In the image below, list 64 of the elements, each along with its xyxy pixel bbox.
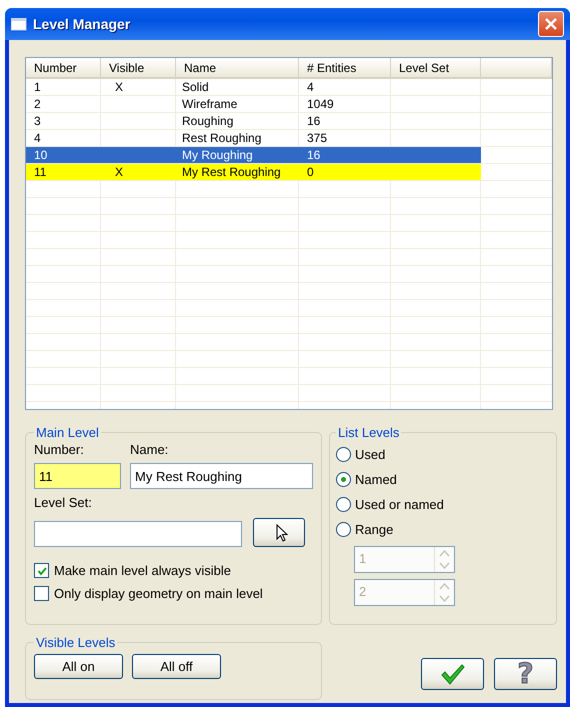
table-row[interactable]: 1 X Solid 4	[26, 79, 481, 95]
table-cell-text: 1	[33, 79, 41, 95]
close-icon	[543, 16, 559, 32]
table-cell-text: My Roughing	[181, 147, 253, 163]
field-label: Level Set:	[34, 495, 93, 510]
name-field[interactable]: My Rest Roughing	[130, 463, 313, 489]
table-row[interactable]: 11 X My Rest Roughing 0	[26, 164, 481, 180]
table-row[interactable]: 10 My Roughing 16	[26, 147, 481, 163]
radio-label[interactable]: Used or named	[355, 497, 444, 512]
checkbox-label[interactable]: Only display geometry on main level	[54, 586, 263, 601]
radio-button[interactable]	[336, 522, 351, 537]
checkbox[interactable]	[34, 586, 49, 601]
group-title: Main Level	[35, 425, 100, 440]
checkbox-label[interactable]: Make main level always visible	[54, 563, 232, 578]
radio-button[interactable]	[336, 497, 351, 512]
table-cell-text: 11	[33, 164, 46, 180]
table-cell-text: 4	[306, 79, 314, 95]
toggle-button[interactable]: All on	[34, 654, 123, 679]
toggle-button[interactable]: All off	[132, 654, 221, 679]
table-cell-text: 0	[306, 164, 314, 180]
ok-button[interactable]	[421, 658, 484, 690]
visible-mark: X	[114, 164, 124, 180]
window-title: Level Manager	[33, 16, 132, 32]
table-row[interactable]: 3 Roughing 16	[26, 113, 481, 129]
group-title: List Levels	[337, 425, 400, 440]
spinner-value: 1	[358, 550, 368, 568]
column-header[interactable]: # Entities	[299, 58, 391, 77]
table-cell-text: 4	[33, 130, 41, 146]
table-cell-text: Solid	[181, 79, 209, 95]
close-button[interactable]	[538, 11, 564, 37]
table-cell-text: 3	[33, 113, 41, 129]
checkbox[interactable]	[34, 563, 49, 578]
window-icon	[11, 18, 27, 30]
radio-label[interactable]: Used	[355, 447, 386, 462]
column-header[interactable]: Number	[26, 58, 101, 77]
column-header[interactable]: Name	[176, 58, 299, 77]
spinner-value: 2	[358, 583, 368, 601]
radio-button[interactable]	[336, 447, 351, 462]
visible-mark: X	[114, 79, 124, 95]
table-cell-text: My Rest Roughing	[181, 164, 281, 180]
pointer-icon	[274, 524, 288, 542]
table-cell-text: 16	[306, 147, 320, 163]
table-row[interactable]: 2 Wireframe 1049	[26, 96, 481, 112]
table-cell-text: 2	[33, 96, 41, 112]
table-cell-text: Wireframe	[181, 96, 238, 112]
field-label: Number:	[34, 442, 85, 457]
table-cell-text: 375	[306, 130, 328, 146]
pick-button[interactable]	[253, 518, 305, 547]
column-header[interactable]: Visible	[101, 58, 176, 77]
table-cell-text: 16	[306, 113, 320, 129]
table-cell-text: Roughing	[181, 113, 234, 129]
radio-label[interactable]: Range	[355, 522, 394, 537]
number-field[interactable]: 11	[34, 463, 121, 489]
radio-button[interactable]	[336, 472, 351, 487]
table-row[interactable]: 4 Rest Roughing 375	[26, 130, 481, 146]
check-icon	[440, 662, 466, 686]
level-set-field[interactable]	[34, 521, 242, 547]
table-cell-text: Rest Roughing	[181, 130, 262, 146]
field-label: Name:	[130, 442, 170, 457]
group-title: Visible Levels	[35, 635, 116, 650]
table-cell-text: 1049	[306, 96, 334, 112]
radio-label[interactable]: Named	[355, 472, 397, 487]
column-header[interactable]: Level Set	[391, 58, 481, 77]
table-cell-text: 10	[33, 147, 48, 163]
